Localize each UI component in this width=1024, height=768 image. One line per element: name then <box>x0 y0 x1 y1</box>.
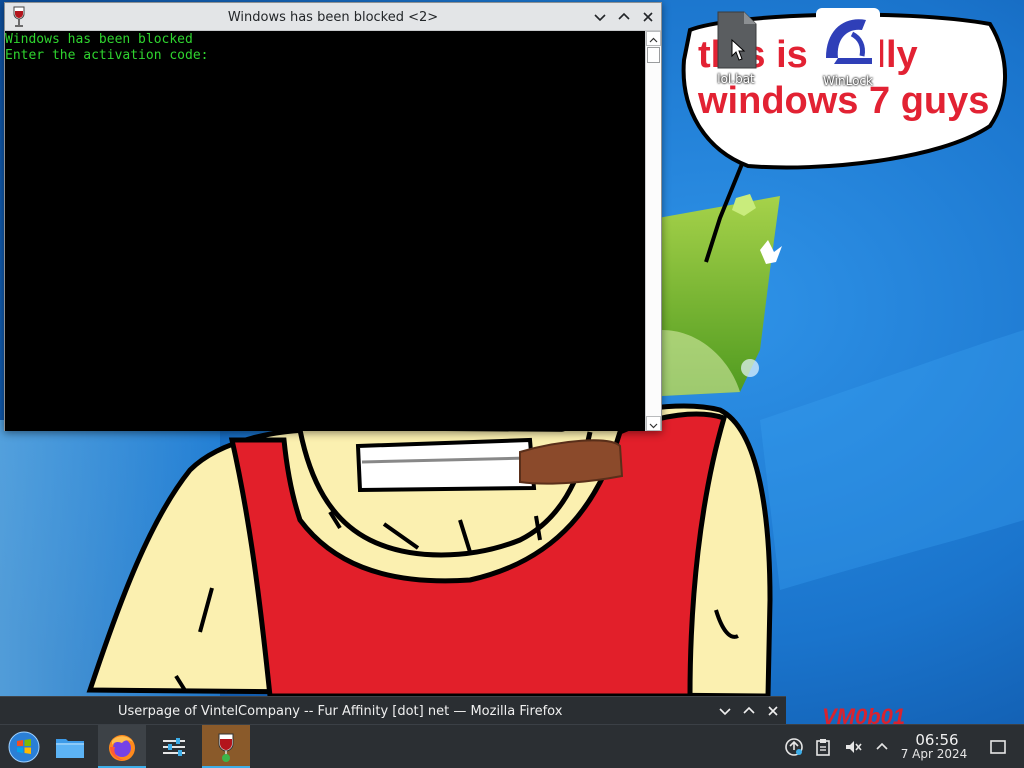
desktop-icon-label: WinLock <box>823 74 873 88</box>
window-titlebar[interactable]: Windows has been blocked <2> <box>5 3 661 31</box>
firefox-taskbar-button[interactable] <box>98 725 146 768</box>
console-line: Windows has been blocked <box>5 32 193 47</box>
scroll-down-arrow[interactable] <box>646 416 661 431</box>
console-line: Enter the activation code: <box>5 48 209 63</box>
console-output[interactable]: Windows has been blocked Enter the activ… <box>5 31 645 431</box>
maximize-button[interactable] <box>740 702 758 720</box>
vertical-scrollbar[interactable] <box>645 31 661 431</box>
clipboard-icon[interactable] <box>813 737 833 757</box>
expand-tray-icon[interactable] <box>872 737 892 757</box>
volume-muted-icon[interactable] <box>843 737 863 757</box>
batch-file-icon <box>696 10 776 70</box>
maximize-button[interactable] <box>615 8 633 26</box>
window-title: Windows has been blocked <2> <box>227 10 439 25</box>
desktop-icon-winlock[interactable]: WinLock <box>808 8 888 88</box>
window-title: Userpage of VintelCompany -- Fur Affinit… <box>118 704 563 719</box>
show-desktop-icon[interactable] <box>988 737 1008 757</box>
desktop-icon-lol-bat[interactable]: lol.bat <box>696 10 776 86</box>
console-window[interactable]: Windows has been blocked <2> Windows has… <box>4 2 662 431</box>
winlock-icon <box>808 8 888 72</box>
wine-app-taskbar-button[interactable] <box>202 725 250 768</box>
clock-date[interactable]: 7 Apr 2024 <box>896 747 972 761</box>
taskbar <box>0 724 1024 768</box>
minimize-button[interactable] <box>716 702 734 720</box>
scrollbar-thumb[interactable] <box>647 47 660 63</box>
scroll-up-arrow[interactable] <box>646 31 661 46</box>
firefox-window-titlebar[interactable]: Userpage of VintelCompany -- Fur Affinit… <box>0 696 786 724</box>
close-button[interactable] <box>764 702 782 720</box>
close-button[interactable] <box>639 8 657 26</box>
desktop-icon-label: lol.bat <box>717 72 755 86</box>
update-icon[interactable] <box>784 737 804 757</box>
settings-taskbar-button[interactable] <box>150 725 198 768</box>
start-menu-button[interactable] <box>0 725 48 768</box>
file-manager-button[interactable] <box>46 725 94 768</box>
minimize-button[interactable] <box>591 8 609 26</box>
